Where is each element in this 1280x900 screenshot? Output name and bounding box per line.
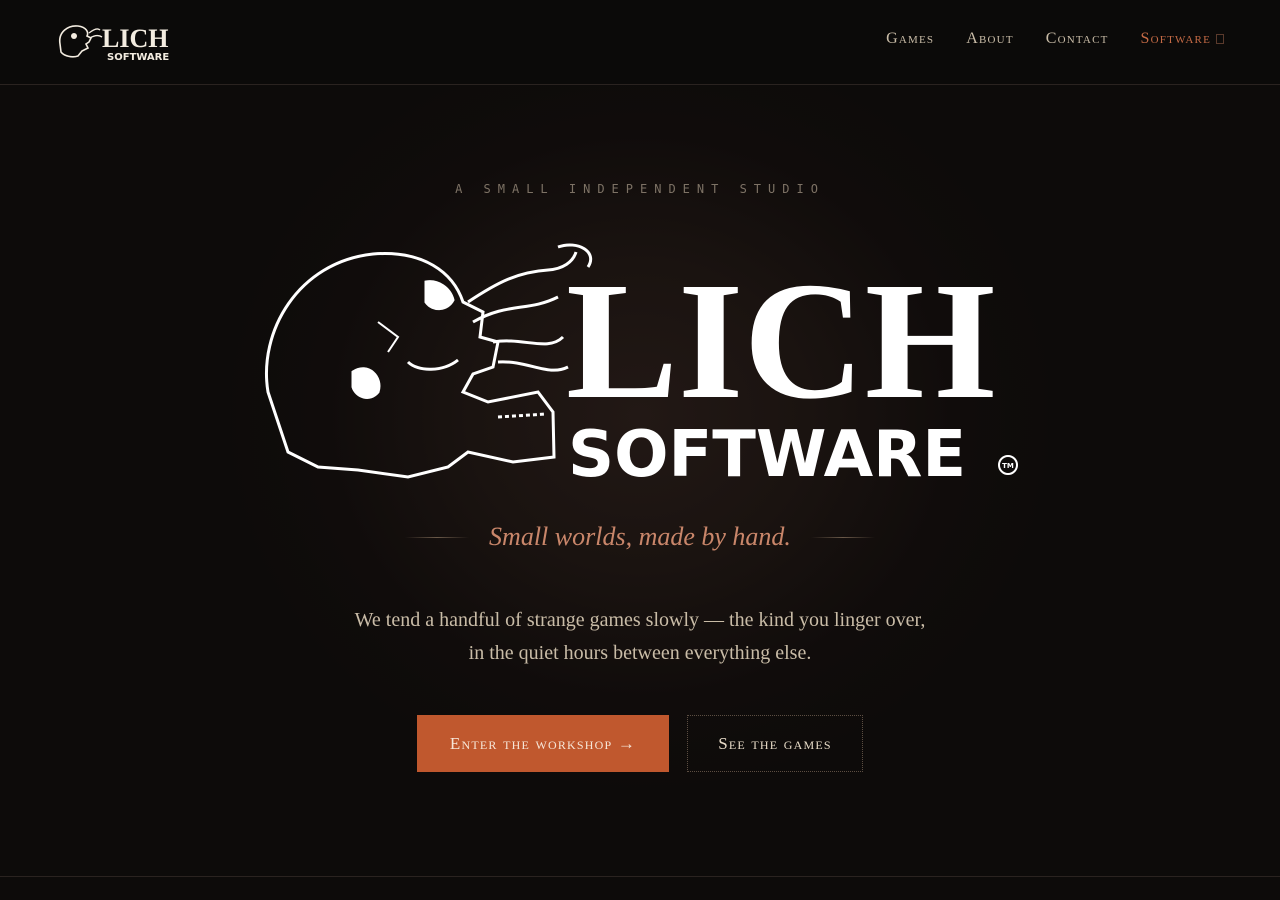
hero-logo: LICH SOFTWARE TM [265, 243, 1018, 486]
see-games-button[interactable]: See the games [687, 715, 863, 772]
tagline-row: Small worlds, made by hand. [0, 522, 1280, 552]
tagline-rule-left [405, 536, 470, 538]
brand-line1: LICH [102, 24, 168, 53]
hero-actions: Enter the workshop → See the games [0, 715, 1280, 772]
section-divider [0, 876, 1280, 877]
hero-logo-line2: SOFTWARE [568, 418, 966, 486]
site-header: LICH SOFTWARE Games About Contact Softwa… [0, 0, 1280, 85]
nav-software-label: Software [1140, 30, 1211, 47]
main-nav: Games About Contact Software [886, 30, 1224, 48]
hero-intro-line2: in the quiet hours between everything el… [468, 642, 812, 664]
nav-contact[interactable]: Contact [1046, 30, 1109, 48]
nav-about[interactable]: About [966, 30, 1014, 48]
hero-eyebrow: A SMALL INDEPENDENT STUDIO [455, 182, 825, 196]
trademark-label: TM [1002, 462, 1014, 470]
nav-software[interactable]: Software [1141, 30, 1224, 48]
caret-icon [1216, 34, 1224, 44]
hero-logo-line1: LICH [566, 248, 995, 434]
brand-line2: SOFTWARE [107, 52, 169, 63]
hero-tagline: Small worlds, made by hand. [489, 522, 791, 551]
brand-logo[interactable]: LICH SOFTWARE [56, 20, 186, 64]
skull-icon [58, 25, 103, 58]
enter-workshop-button[interactable]: Enter the workshop → [417, 715, 669, 772]
hero-intro-line1: We tend a handful of strange games slowl… [354, 609, 926, 631]
hero-section: A SMALL INDEPENDENT STUDIO LICH SOFTWARE… [0, 86, 1280, 876]
skull-icon [265, 243, 592, 479]
nav-games[interactable]: Games [886, 30, 934, 48]
tagline-rule-right [810, 536, 875, 538]
hero-intro: We tend a handful of strange games slowl… [0, 604, 1280, 670]
